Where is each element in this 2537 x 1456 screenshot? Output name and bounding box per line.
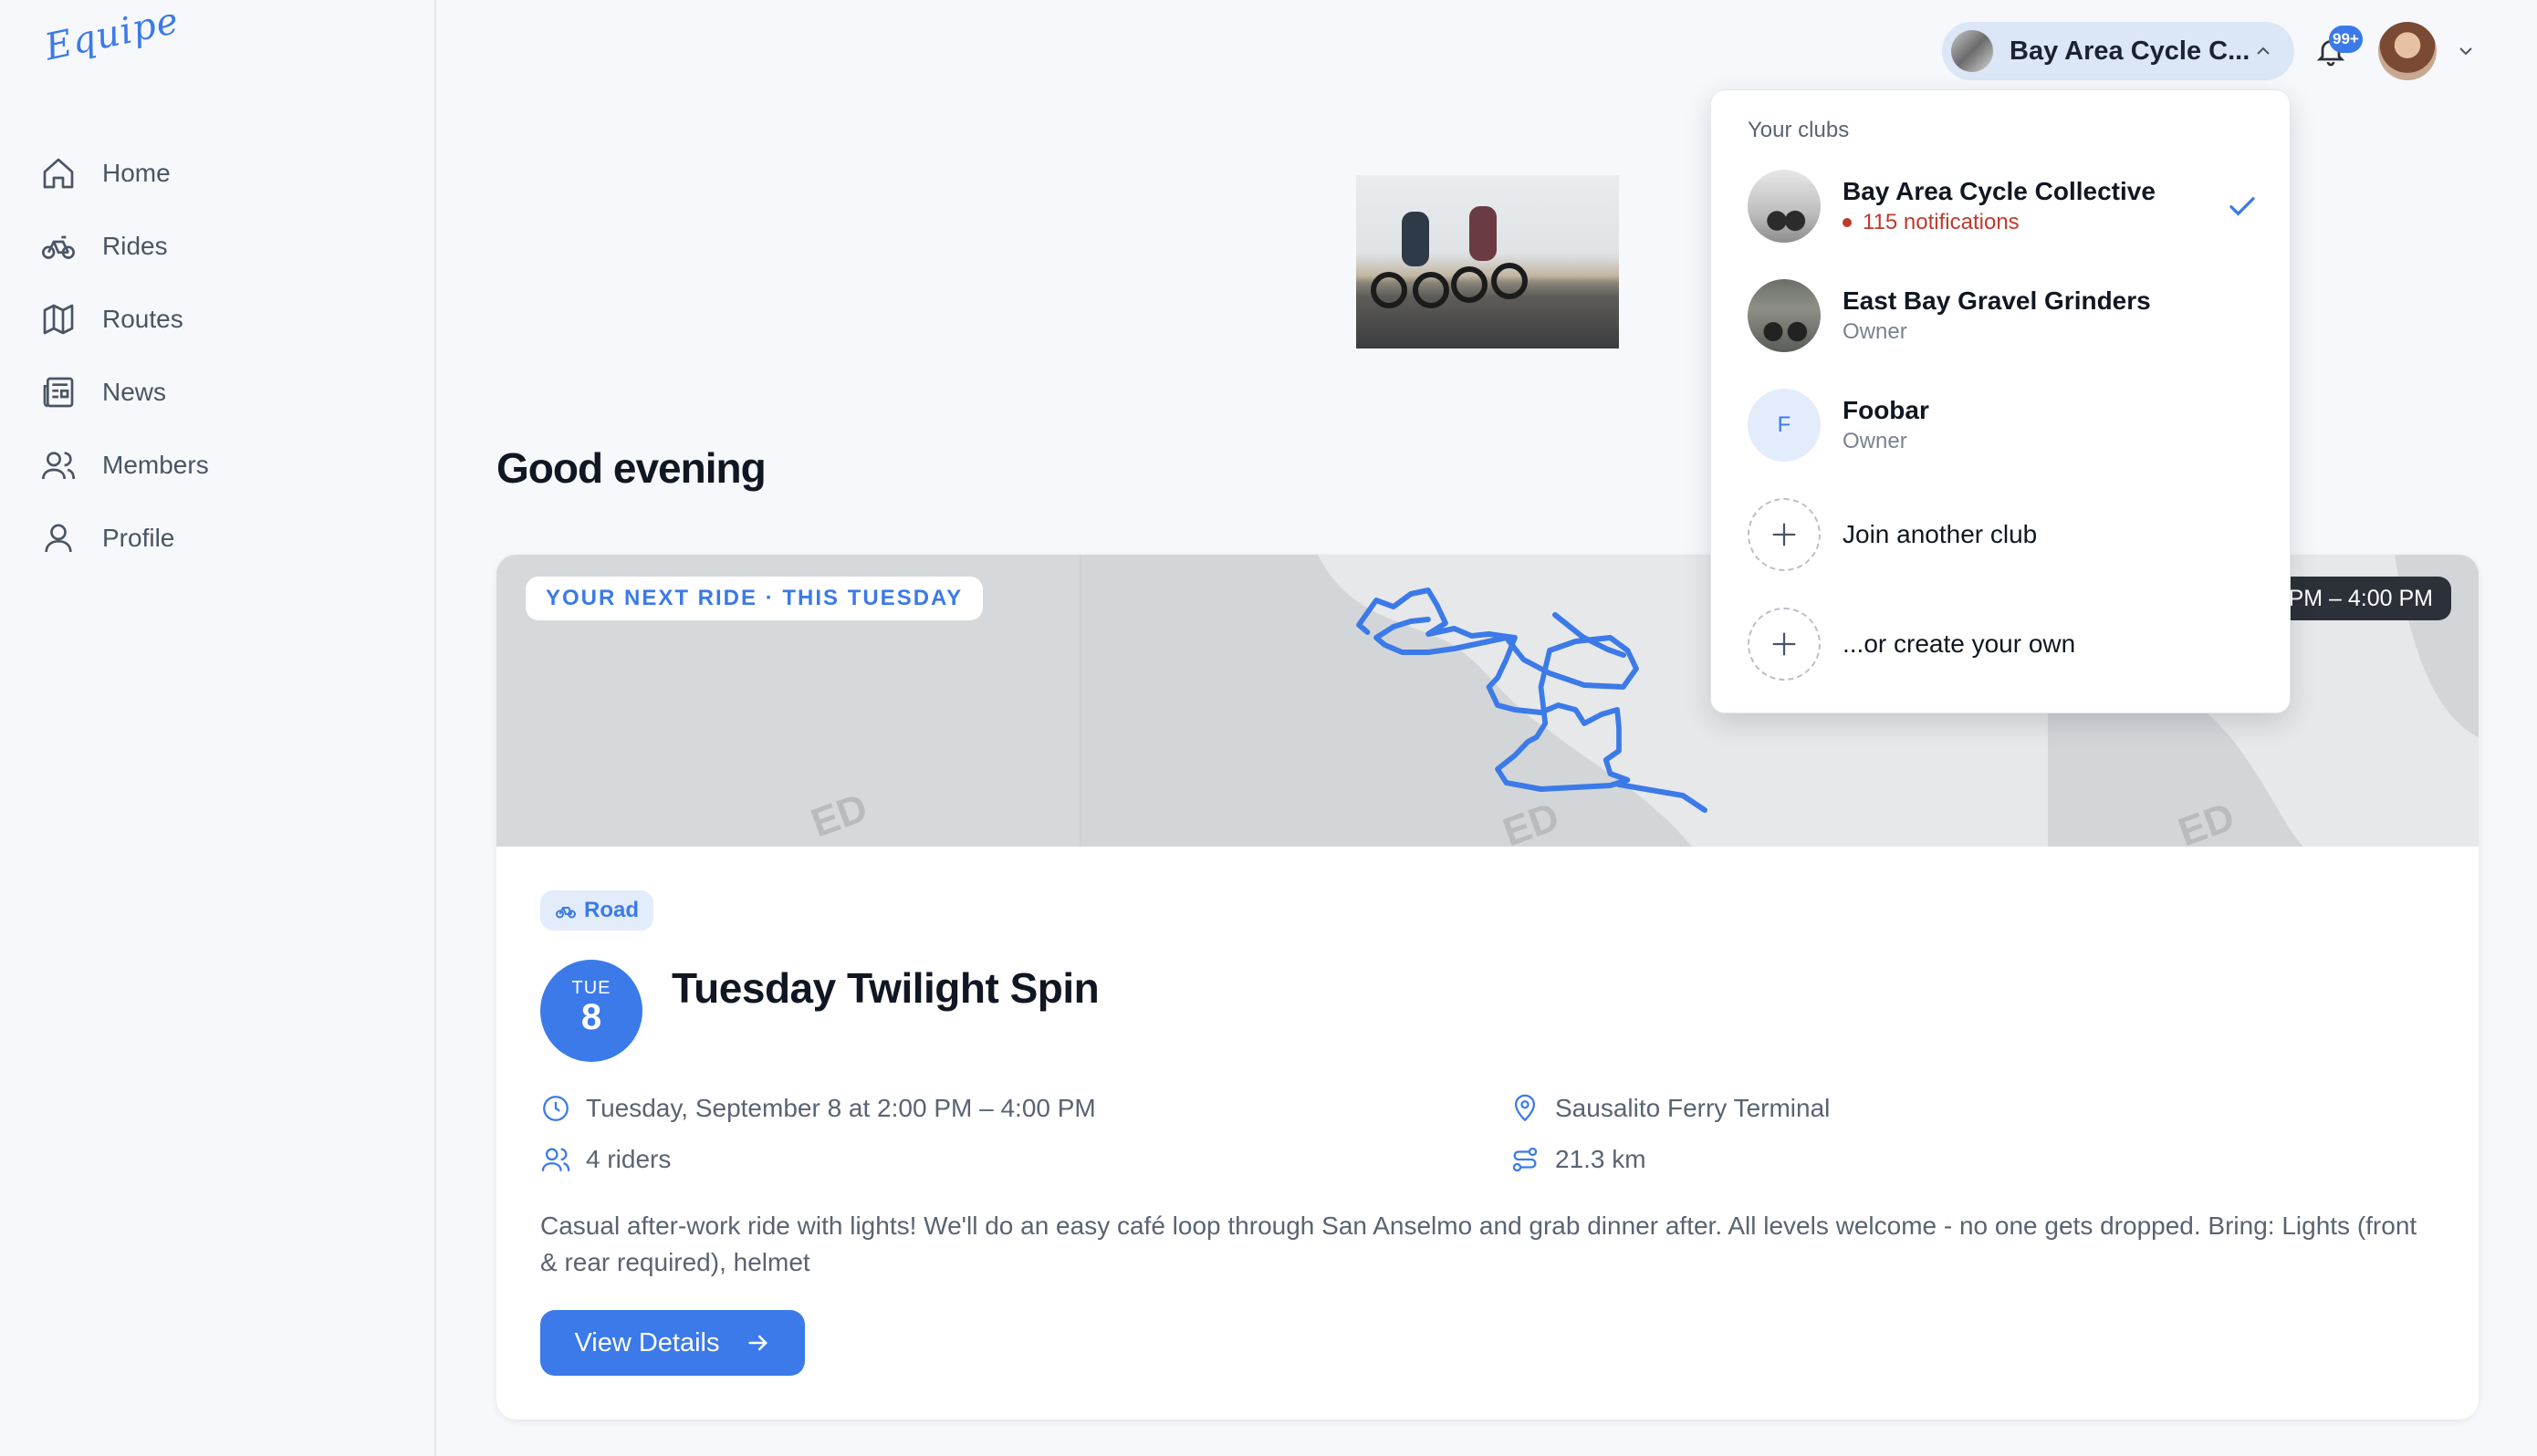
ride-riders-text: 4 riders <box>586 1145 672 1173</box>
sidebar-item-label: Rides <box>102 232 168 260</box>
club-role: Owner <box>1843 319 1907 344</box>
plus-icon <box>1772 523 1796 546</box>
user-avatar[interactable] <box>2378 22 2437 80</box>
ride-description: Casual after-work ride with lights! We'l… <box>540 1212 2417 1276</box>
club-initial-avatar: F <box>1748 389 1821 462</box>
club-dropdown: Your clubs Bay Area Cycle Collective 115… <box>1710 89 2291 713</box>
sidebar-item-label: Routes <box>102 305 183 333</box>
map-pin-icon <box>1514 1094 1536 1122</box>
sidebar-item-label: Members <box>102 451 209 479</box>
notification-dot <box>1843 218 1852 227</box>
ride-datetime-text: Tuesday, September 8 at 2:00 PM – 4:00 P… <box>586 1094 1096 1122</box>
sidebar-item-members[interactable]: Members <box>40 429 405 502</box>
club-name: Bay Area Cycle Collective <box>1843 177 2156 205</box>
ride-distance-text: 21.3 km <box>1555 1145 1646 1173</box>
club-avatar <box>1748 279 1821 352</box>
chevron-down-icon[interactable] <box>2455 40 2477 62</box>
app-logo[interactable]: Equipe <box>41 0 183 68</box>
club-item-foobar[interactable]: F Foobar Owner <box>1748 384 2259 466</box>
ride-location-text: Sausalito Ferry Terminal <box>1555 1094 1831 1122</box>
sidebar-item-label: Home <box>102 159 171 187</box>
date-day: 8 <box>580 997 602 1037</box>
ride-datetime: Tuesday, September 8 at 2:00 PM – 4:00 P… <box>540 1093 1096 1124</box>
cyclists-photo <box>1356 175 1619 348</box>
club-selector[interactable]: Bay Area Cycle C... <box>1942 22 2294 80</box>
clock-icon <box>543 1096 569 1121</box>
ride-distance: 21.3 km <box>1509 1144 1646 1175</box>
users-icon <box>541 1148 570 1171</box>
club-name: East Bay Gravel Grinders <box>1843 286 2151 315</box>
club-role: Owner <box>1843 429 1907 453</box>
club-item-bay-area[interactable]: Bay Area Cycle Collective 115 notificati… <box>1748 165 2259 247</box>
sidebar-item-home[interactable]: Home <box>40 137 405 210</box>
greeting-heading: Good evening <box>496 444 767 492</box>
bicycle-icon <box>42 235 76 259</box>
create-club-button[interactable]: ...or create your own <box>1748 603 2259 685</box>
sidebar-item-news[interactable]: News <box>40 356 405 429</box>
ride-type-label: Road <box>584 898 639 922</box>
ride-location: Sausalito Ferry Terminal <box>1509 1093 1830 1124</box>
sidebar-nav: Home Rides Routes News Members Profile <box>40 137 405 575</box>
ride-title: Tuesday Twilight Spin <box>672 964 1100 1012</box>
view-details-button[interactable]: View Details <box>540 1310 805 1376</box>
club-name: Foobar <box>1843 396 1929 424</box>
sidebar-item-label: Profile <box>102 524 175 552</box>
plus-icon <box>1772 632 1796 656</box>
join-club-button[interactable]: Join another club <box>1748 494 2259 576</box>
create-club-label: ...or create your own <box>1843 629 2076 658</box>
home-icon <box>43 158 74 189</box>
sidebar-item-profile[interactable]: Profile <box>40 502 405 575</box>
chevron-up-icon <box>2257 47 2270 55</box>
join-club-label: Join another club <box>1843 520 2038 548</box>
check-icon <box>2229 197 2255 216</box>
date-badge: TUE 8 <box>540 960 642 1062</box>
bicycle-icon <box>556 907 576 919</box>
club-avatar <box>1951 30 1993 72</box>
plus-circle <box>1748 498 1821 571</box>
club-subtitle: 115 notifications <box>1863 210 2020 234</box>
ride-riders: 4 riders <box>540 1144 671 1175</box>
club-selector-label: Bay Area Cycle C... <box>2010 36 2250 66</box>
user-icon <box>45 524 72 553</box>
newspaper-icon <box>43 377 74 408</box>
next-ride-label: YOUR NEXT RIDE · THIS TUESDAY <box>526 577 984 620</box>
club-item-east-bay[interactable]: East Bay Gravel Grinders Owner <box>1748 275 2259 357</box>
arrow-right-icon <box>747 1335 767 1351</box>
view-details-label: View Details <box>574 1327 720 1357</box>
date-weekday: TUE <box>571 978 611 998</box>
sidebar-item-routes[interactable]: Routes <box>40 283 405 356</box>
map-icon <box>43 304 74 335</box>
sidebar: Equipe Home Rides Routes News Members Pr… <box>0 0 436 1456</box>
notification-badge: 99+ <box>2329 26 2363 53</box>
sidebar-item-rides[interactable]: Rides <box>40 210 405 283</box>
ride-time-chip: PM – 4:00 PM <box>2270 577 2451 620</box>
route-icon <box>1512 1147 1538 1172</box>
club-avatar <box>1748 170 1821 243</box>
plus-circle <box>1748 608 1821 681</box>
club-initial: F <box>1777 412 1791 437</box>
users-icon <box>42 452 75 480</box>
club-notifications: 115 notifications <box>1843 210 2156 235</box>
dropdown-heading: Your clubs <box>1748 118 1850 142</box>
ride-type-tag: Road <box>540 890 653 931</box>
sidebar-item-label: News <box>102 378 167 406</box>
